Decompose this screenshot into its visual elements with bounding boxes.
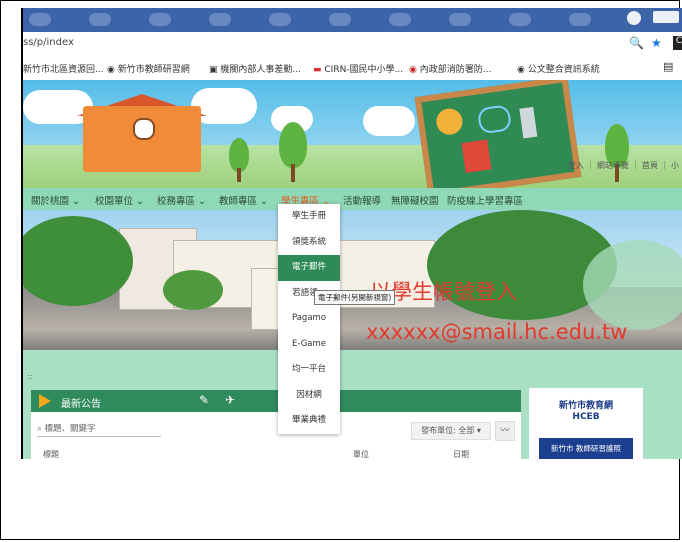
menu-item[interactable]: 畢業典禮 [278, 408, 340, 434]
news-header: 最新公告 ✎ ✈ [31, 390, 521, 412]
news-search-input[interactable]: ⌕ 標題、關鍵字 [37, 422, 161, 437]
nav-item[interactable]: 無障礙校園 [391, 193, 439, 207]
atom-icon [476, 104, 513, 135]
email-tooltip: 電子郵件(另開新視窗) [314, 290, 396, 305]
bookmark-item[interactable]: ◉ 內政部消防署防... [409, 62, 491, 75]
main-nav: 關於桃園 ⌄ 校園單位 ⌄ 校務專區 ⌄ 教師專區 ⌄ 學生專區 ⌄ 活動報導 … [23, 188, 682, 210]
tab-ghost[interactable] [149, 13, 171, 26]
header-links[interactable]: 登入 ｜ 網站導覽 ｜ 首頁 ｜ 小 [568, 160, 679, 171]
chevron-down-icon: ⌄ [72, 196, 81, 207]
menu-item[interactable]: 學生手冊 [278, 204, 340, 230]
rss-icon[interactable]: 〰 [495, 421, 515, 441]
tab-ghost[interactable] [509, 13, 531, 26]
globe-icon: ◉ [107, 65, 118, 75]
email-format-text: xxxxxx@smail.hc.edu.tw [366, 320, 628, 344]
menu-item[interactable]: 因材網 [278, 383, 340, 409]
caret-down-icon: ▾ [476, 426, 481, 435]
site-banner: 登入 ｜ 網站導覽 ｜ 首頁 ｜ 小 [23, 80, 682, 188]
grip-icon: :: [27, 372, 33, 381]
chevron-down-icon: ⌄ [136, 196, 145, 207]
browser-screenshot: ss/p/index 🔍 ★ C 新竹市北區資源回... ◉ 新竹市教師研習網 … [21, 8, 682, 459]
nav-item[interactable]: 關於桃園 ⌄ [31, 193, 80, 207]
hero-photo: 以學生帳號登入 xxxxxx@smail.hc.edu.tw [23, 210, 682, 350]
clock-icon [133, 118, 155, 140]
tab-ghost[interactable] [569, 13, 591, 26]
column-unit[interactable]: 單位 [353, 449, 369, 459]
palette-icon [434, 106, 465, 137]
news-title: 最新公告 [61, 399, 101, 410]
teacher-passport-link[interactable]: 新竹市 教師研習護照 [539, 438, 633, 459]
bookmark-item[interactable]: ▬ CIRN-國民中小學... [313, 62, 403, 75]
tree-trunk [291, 164, 295, 182]
tree-photo [23, 216, 133, 306]
hceb-title: 新竹市教育網 [558, 401, 613, 411]
news-panel: 最新公告 ✎ ✈ ⌕ 標題、關鍵字 發布單位: 全部 ▾ 〰 標題 單位 日期 [31, 390, 521, 459]
nav-item[interactable]: 校園單位 ⌄ [95, 193, 144, 207]
pencil-icon: ✎ [199, 393, 210, 407]
tree-icon [279, 122, 307, 168]
content-area: :: 最新公告 ✎ ✈ ⌕ 標題、關鍵字 發布單位: 全部 ▾ 〰 標題 單位 … [23, 350, 682, 459]
address-bar[interactable]: ss/p/index 🔍 ★ C [23, 32, 682, 57]
microscope-icon [519, 106, 538, 139]
chevron-down-icon: ⌄ [198, 196, 207, 207]
tab-ghost[interactable] [29, 13, 51, 26]
students-dropdown-menu: 學生手冊 領獎系統 電子郵件 若語領... Pagamo E-Game 均一平台… [278, 204, 340, 434]
bookmark-item[interactable]: ◉ 公文整合資訊系統 [517, 62, 600, 75]
tab-ghost[interactable] [329, 13, 351, 26]
column-title[interactable]: 標題 [43, 449, 59, 459]
tab-ghost[interactable] [269, 13, 291, 26]
tree-photo [163, 270, 223, 310]
reading-list-icon[interactable]: ▤ [663, 60, 673, 73]
menu-item[interactable]: 領獎系統 [278, 230, 340, 256]
nav-item[interactable]: 活動報導 [343, 193, 381, 207]
paper-plane-icon: ✈ [225, 393, 236, 407]
bookmarks-bar: 新竹市北區資源回... ◉ 新竹市教師研習網 ▣ 機關內部人事差勤... ▬ C… [23, 56, 682, 81]
menu-item[interactable]: 均一平台 [278, 357, 340, 383]
fire-icon: ◉ [409, 65, 420, 75]
zoom-icon[interactable]: 🔍 [629, 36, 644, 50]
menu-item[interactable]: Pagamo [278, 306, 340, 332]
url-text[interactable]: ss/p/index [23, 37, 74, 48]
nav-item[interactable]: 校務專區 ⌄ [157, 193, 206, 207]
tab-ghost[interactable] [209, 13, 231, 26]
profile-icon[interactable] [627, 11, 641, 25]
nav-item[interactable]: 教師專區 ⌄ [219, 193, 268, 207]
outer-frame: ss/p/index 🔍 ★ C 新竹市北區資源回... ◉ 新竹市教師研習網 … [0, 0, 682, 540]
chevron-down-icon: ⌄ [260, 196, 269, 207]
window-controls-icon[interactable] [653, 11, 679, 23]
tab-ghost[interactable] [449, 13, 471, 26]
image-icon: ▣ [209, 65, 221, 75]
play-icon [39, 394, 51, 408]
menu-item[interactable]: E-Game [278, 332, 340, 358]
tab-strip [23, 8, 682, 32]
tab-ghost[interactable] [89, 13, 111, 26]
bookmark-item[interactable]: 新竹市北區資源回... [23, 62, 104, 75]
tree-photo [583, 240, 682, 330]
tree-trunk [237, 168, 241, 182]
unit-filter-select[interactable]: 發布單位: 全部 ▾ [411, 422, 491, 440]
science-chalkboard [414, 80, 582, 188]
extension-icon[interactable]: C [673, 36, 682, 50]
column-date[interactable]: 日期 [453, 449, 469, 459]
bookmark-item[interactable]: ◉ 新竹市教師研習網 [107, 62, 190, 75]
nav-item[interactable]: 防疫線上學習專區 [447, 193, 523, 207]
star-icon[interactable]: ★ [651, 36, 662, 50]
bookmark-item[interactable]: ▣ 機關內部人事差勤... [209, 62, 301, 75]
tree-icon [229, 138, 249, 172]
hceb-banner[interactable]: 新竹市教育網 HCEB 新竹市 教師研習護照 [529, 388, 643, 459]
cloud-decoration [363, 106, 415, 136]
dash-icon: ▬ [313, 65, 325, 75]
globe-icon: ◉ [517, 65, 528, 75]
menu-item-email[interactable]: 電子郵件 [278, 255, 340, 281]
tab-ghost[interactable] [389, 13, 411, 26]
book-icon [461, 139, 492, 173]
hceb-subtitle: HCEB [572, 412, 600, 422]
